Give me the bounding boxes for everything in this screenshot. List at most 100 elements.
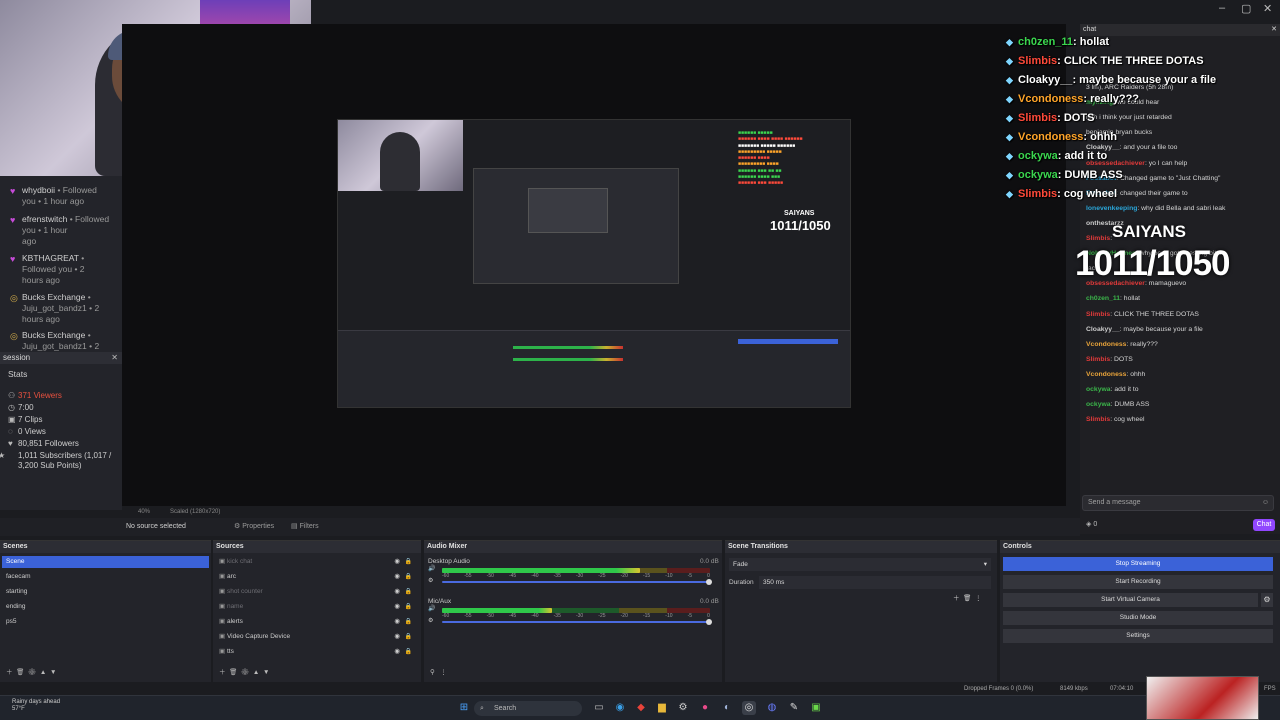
tab-stats[interactable]: Stats — [8, 369, 27, 379]
folder-icon[interactable]: ▆ — [655, 701, 669, 715]
settings-button[interactable]: Settings — [1003, 629, 1273, 643]
visibility-icon[interactable]: ◉ — [394, 556, 400, 568]
maximize-button[interactable]: ▢ — [1241, 2, 1251, 15]
taskbar-search[interactable]: ⌕ Search — [474, 701, 582, 716]
close-button[interactable]: ✕ — [1263, 2, 1272, 15]
add-icon[interactable]: ＋ — [219, 669, 226, 676]
edge-icon[interactable]: ◉ — [613, 701, 627, 715]
delete-icon[interactable]: 🗑 — [229, 669, 237, 676]
config-icon[interactable]: ⚙ — [241, 669, 249, 676]
studio-mode-button[interactable]: Studio Mode — [1003, 611, 1273, 625]
volume-slider[interactable] — [442, 621, 710, 623]
chat-username[interactable]: ockywa — [1086, 401, 1111, 408]
chat-username[interactable]: lonevenkeeping — [1086, 205, 1137, 212]
scene-item[interactable]: Scene — [2, 556, 209, 568]
stop-streaming-button[interactable]: Stop Streaming — [1003, 557, 1273, 571]
source-type-icon: ▣ — [219, 573, 227, 580]
volume-handle[interactable] — [706, 579, 712, 585]
start-recording-button[interactable]: Start Recording — [1003, 575, 1273, 589]
steam-icon[interactable]: ◐ — [720, 701, 734, 715]
speaker-icon[interactable]: 🔊 — [428, 563, 435, 575]
gear-icon[interactable]: ⚙ — [428, 615, 433, 627]
scale-mode[interactable]: Scaled (1280x720) — [170, 506, 220, 518]
volume-slider[interactable] — [442, 581, 710, 583]
transition-select[interactable]: Fade ▾ — [729, 558, 991, 571]
settings-app-icon[interactable]: ⚙ — [676, 701, 690, 715]
source-item[interactable]: ▣ arc ◉ 🔒 — [219, 571, 414, 583]
scene-item[interactable]: starting — [2, 586, 209, 598]
source-item[interactable]: ▣ name ◉ 🔒 — [219, 601, 414, 613]
chat-username[interactable]: Vcondoness — [1086, 371, 1126, 378]
source-item[interactable]: ▣ tts ◉ 🔒 — [219, 646, 414, 658]
duration-input[interactable]: 350 ms — [759, 576, 991, 589]
tick-label: -15 — [642, 573, 651, 579]
task-view-icon[interactable]: ▭ — [592, 701, 606, 715]
link-icon[interactable]: ⚲ — [430, 669, 435, 676]
close-icon[interactable]: ✕ — [111, 352, 118, 364]
config-icon[interactable]: ⚙ — [28, 669, 36, 676]
lock-icon[interactable]: 🔒 — [405, 556, 412, 568]
zoom-level[interactable]: 40% — [138, 506, 150, 518]
chat-username[interactable]: ockywa — [1086, 386, 1111, 393]
visibility-icon[interactable]: ◉ — [394, 616, 400, 628]
source-item[interactable]: ▣ shot counter ◉ 🔒 — [219, 586, 414, 598]
lock-icon[interactable]: 🔒 — [405, 631, 412, 643]
emote-icon[interactable]: ☺ — [1262, 496, 1269, 510]
lock-icon[interactable]: 🔒 — [405, 646, 412, 658]
gear-icon[interactable]: ⚙ — [1261, 593, 1273, 607]
meter-ticks: -60 -55 -50 -45 -40 -35 -30 -25 -20 -15 -10 -5 0 — [442, 613, 710, 620]
lock-icon[interactable]: 🔒 — [405, 601, 412, 613]
discord-icon[interactable]: ◍ — [765, 701, 779, 715]
gear-icon[interactable]: ⚙ — [428, 575, 433, 587]
delete-icon[interactable]: 🗑 — [16, 669, 24, 676]
tick-label: -30 — [575, 573, 584, 579]
chat-username[interactable]: Vcondoness — [1086, 341, 1126, 348]
visibility-icon[interactable]: ◉ — [394, 631, 400, 643]
lock-icon[interactable]: 🔒 — [405, 586, 412, 598]
app-icon[interactable]: ▣ — [809, 701, 823, 715]
chat-username[interactable]: Slimbis — [1086, 311, 1110, 318]
up-icon[interactable]: ▲ — [40, 669, 46, 676]
chat-username[interactable]: Slimbis — [1086, 416, 1110, 423]
more-icon[interactable]: ⋮ — [975, 595, 982, 602]
chat-input[interactable]: Send a message ☺ — [1082, 495, 1274, 511]
source-item[interactable]: ▣ Video Capture Device ◉ 🔒 — [219, 631, 414, 643]
scene-item[interactable]: ending — [2, 601, 209, 613]
weather-widget[interactable]: Rainy days ahead 57°F — [12, 699, 60, 713]
scene-item[interactable]: facecam — [2, 571, 209, 583]
source-item[interactable]: ▣ kick chat ◉ 🔒 — [219, 556, 414, 568]
minimize-button[interactable]: – — [1219, 2, 1225, 14]
visibility-icon[interactable]: ◉ — [394, 601, 400, 613]
app-icon[interactable]: ◆ — [634, 701, 648, 715]
lock-icon[interactable]: 🔒 — [405, 616, 412, 628]
visibility-icon[interactable]: ◉ — [394, 571, 400, 583]
lock-icon[interactable]: 🔒 — [405, 571, 412, 583]
properties-button[interactable]: ⚙ Properties — [234, 521, 274, 533]
app-icon[interactable]: ● — [698, 701, 712, 715]
chat-username[interactable]: ch0zen_11 — [1086, 295, 1120, 302]
chat-username[interactable]: Slimbis — [1086, 235, 1110, 242]
down-icon[interactable]: ▼ — [263, 669, 269, 676]
start-virtual-camera-button[interactable]: Start Virtual Camera — [1003, 593, 1258, 607]
delete-icon[interactable]: 🗑 — [963, 595, 971, 602]
close-icon[interactable]: ✕ — [1271, 24, 1277, 36]
chat-username[interactable]: Slimbis — [1086, 356, 1110, 363]
visibility-icon[interactable]: ◉ — [394, 646, 400, 658]
add-icon[interactable]: ＋ — [6, 669, 13, 676]
obs-icon[interactable]: ◎ — [742, 701, 756, 715]
add-icon[interactable]: ＋ — [953, 595, 960, 602]
up-icon[interactable]: ▲ — [253, 669, 259, 676]
more-icon[interactable]: ⋮ — [440, 669, 447, 676]
start-icon[interactable]: ⊞ — [457, 701, 471, 715]
app-icon[interactable]: ✎ — [787, 701, 801, 715]
chat-username[interactable]: Cloakyy__ — [1086, 326, 1120, 333]
down-icon[interactable]: ▼ — [50, 669, 56, 676]
chat-message: lonevenkeeping: why did Bella and sabri … — [1086, 204, 1225, 213]
source-item[interactable]: ▣ alerts ◉ 🔒 — [219, 616, 414, 628]
visibility-icon[interactable]: ◉ — [394, 586, 400, 598]
volume-handle[interactable] — [706, 619, 712, 625]
scene-item[interactable]: ps5 — [2, 616, 209, 628]
chat-send-button[interactable]: Chat — [1253, 519, 1275, 531]
speaker-icon[interactable]: 🔊 — [428, 603, 435, 615]
filters-button[interactable]: ▤ Filters — [291, 521, 319, 533]
